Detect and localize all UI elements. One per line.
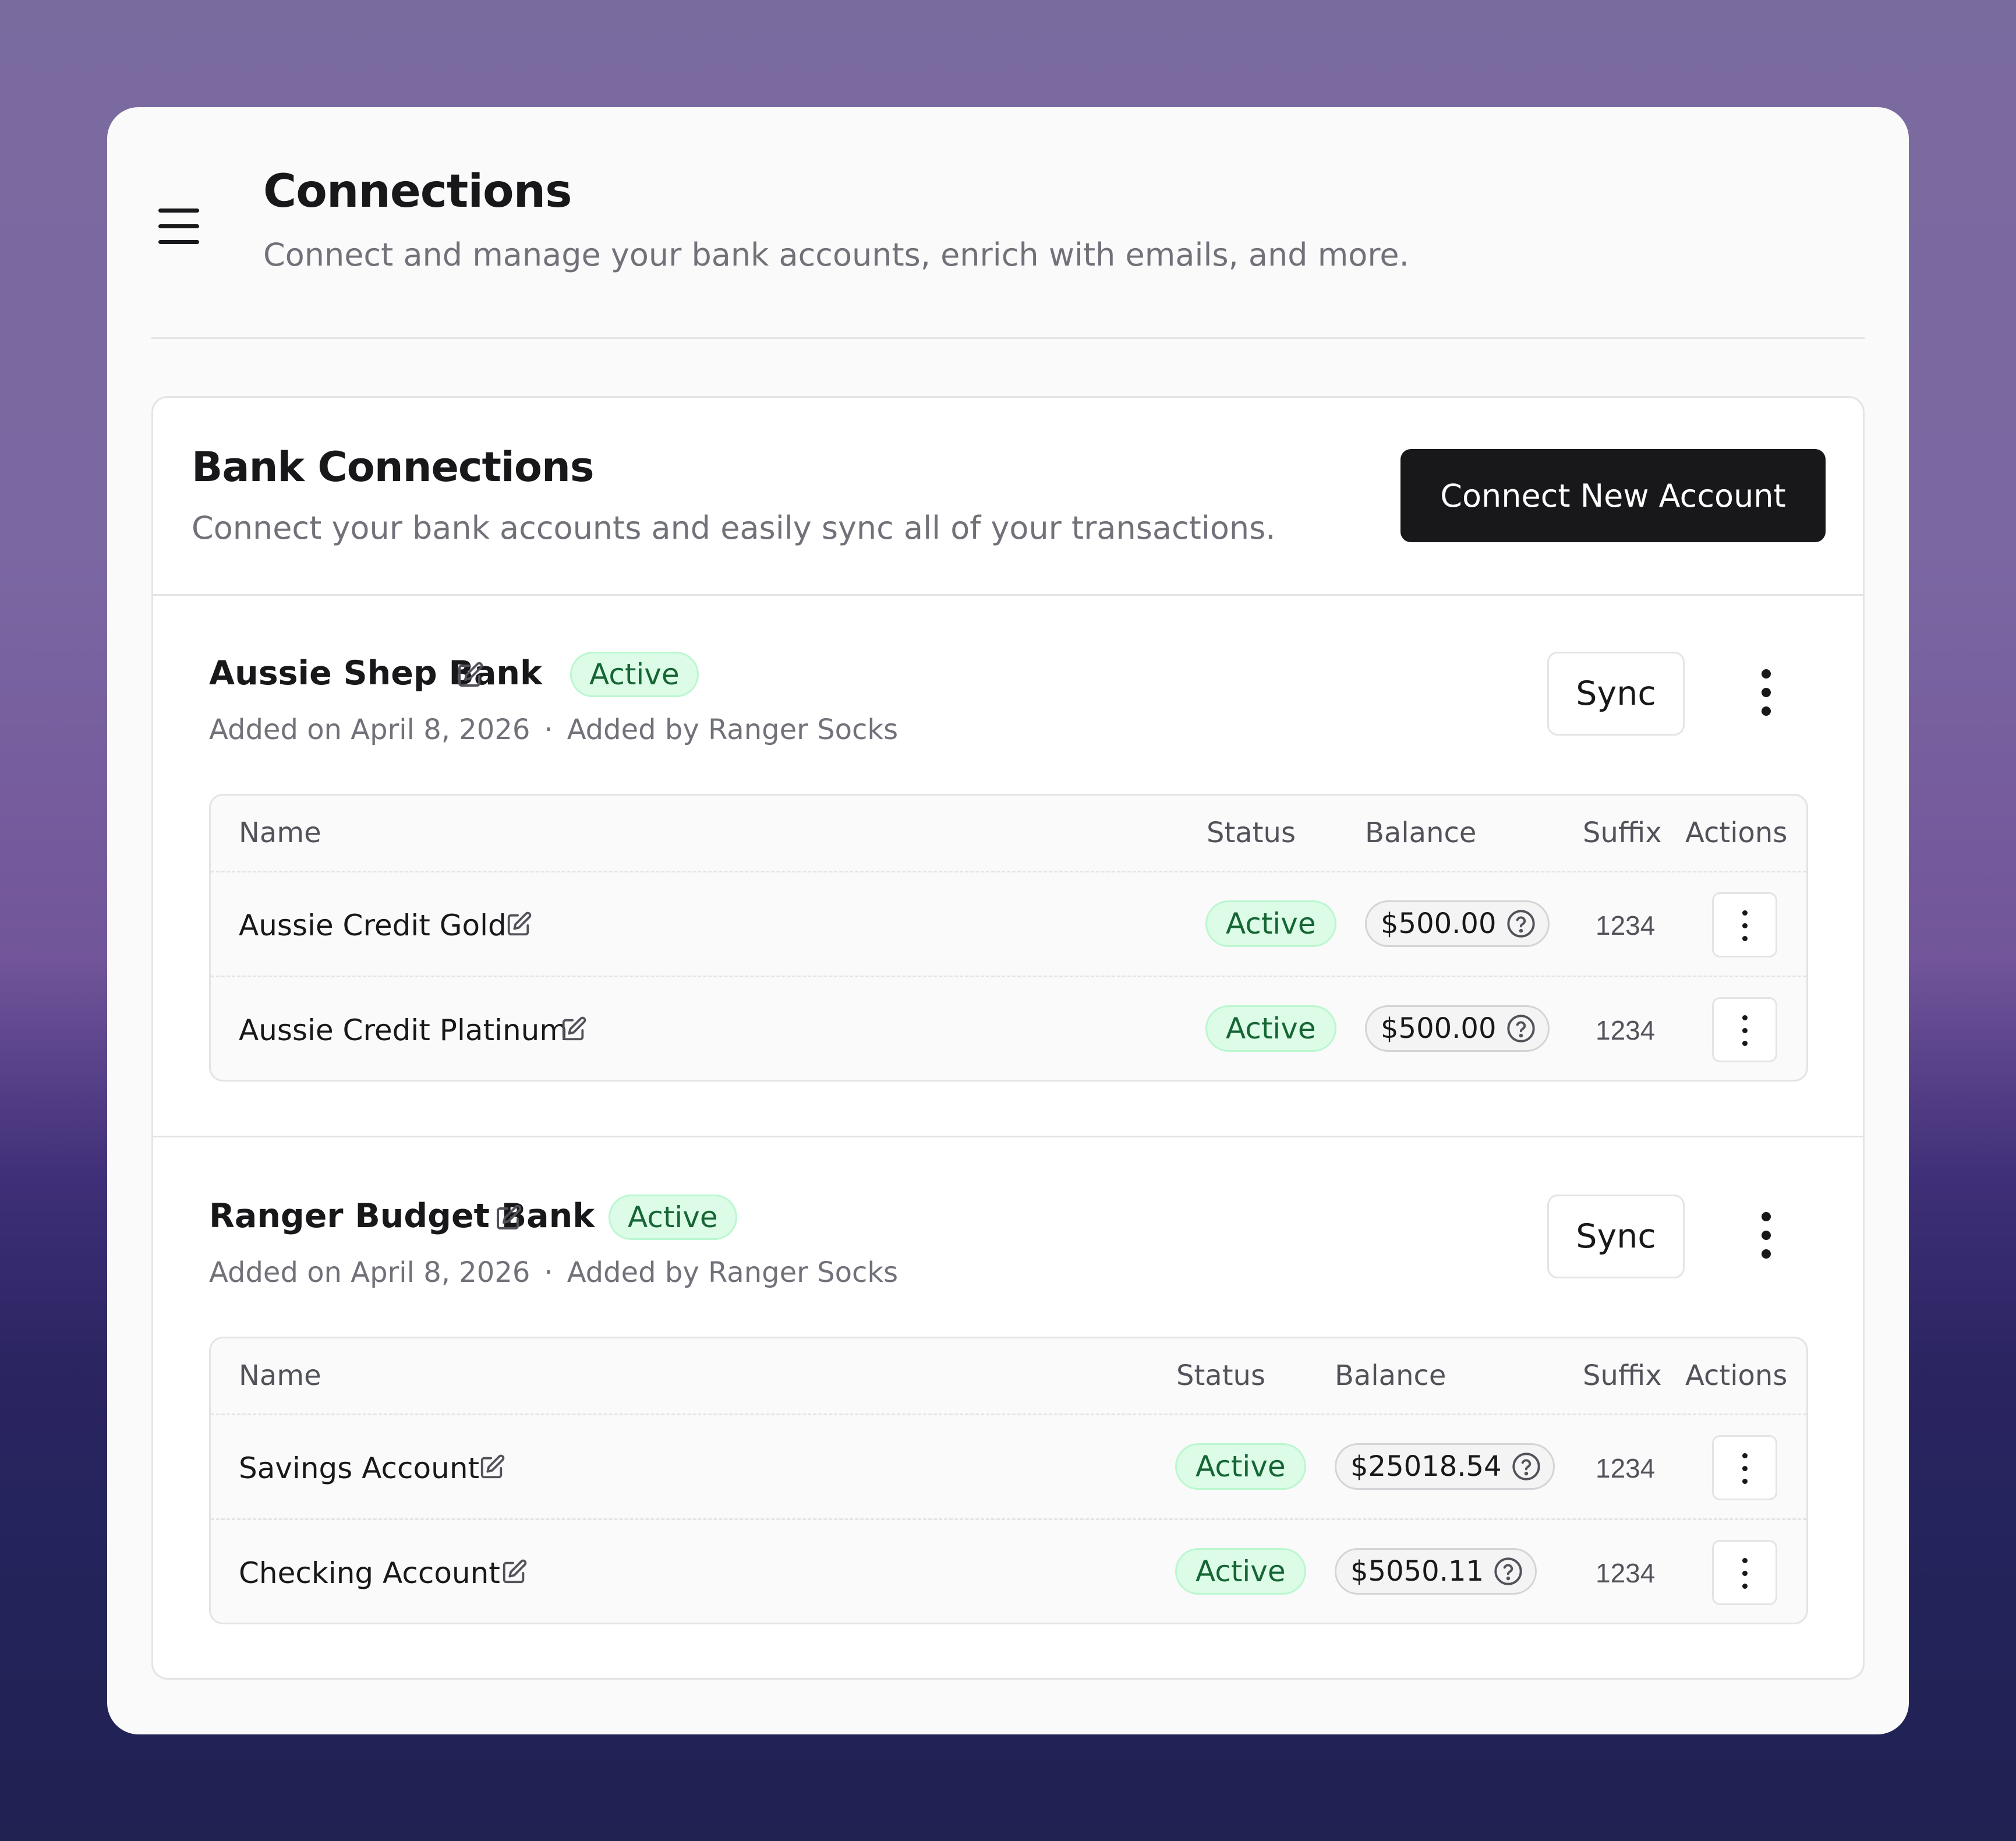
connect-new-account-button[interactable]: Connect New Account — [1400, 449, 1826, 542]
balance-badge: $500.00 — [1365, 900, 1550, 947]
sync-button[interactable]: Sync — [1547, 652, 1685, 736]
status-badge: Active — [1205, 900, 1336, 947]
balance-badge: $5050.11 — [1335, 1548, 1537, 1595]
table-row: Aussie Credit Gold Active $500.00 1234 — [211, 872, 1806, 977]
table-header: Name Status Balance Suffix Actions — [211, 1338, 1806, 1415]
balance-value: $5050.11 — [1350, 1555, 1484, 1588]
column-header-status: Status — [1207, 817, 1296, 849]
column-header-balance: Balance — [1335, 1359, 1446, 1392]
accounts-table: Name Status Balance Suffix Actions Savin… — [209, 1337, 1808, 1624]
meta-separator: · — [544, 713, 553, 746]
bank-connection-ranger-budget: Ranger Budget Bank Active Added on April… — [153, 1139, 1863, 1680]
bank-meta: Added on April 8, 2026 · Added by Ranger S… — [209, 713, 898, 746]
added-on-text: Added on April 8, 2026 — [209, 1256, 530, 1289]
meta-separator: · — [544, 1256, 553, 1289]
column-header-balance: Balance — [1365, 817, 1477, 849]
balance-badge: $25018.54 — [1335, 1443, 1555, 1490]
balance-value: $25018.54 — [1350, 1450, 1502, 1483]
table-header: Name Status Balance Suffix Actions — [211, 796, 1806, 872]
column-header-actions: Actions — [1685, 817, 1788, 849]
balance-badge: $500.00 — [1365, 1005, 1550, 1052]
balance-value: $500.00 — [1381, 907, 1497, 940]
account-suffix: 1234 — [1596, 1558, 1656, 1588]
bank-name: Ranger Budget Bank — [209, 1197, 595, 1235]
sync-button[interactable]: Sync — [1547, 1195, 1685, 1278]
hamburger-menu-icon[interactable] — [155, 206, 201, 247]
account-name: Aussie Credit Gold — [239, 909, 507, 942]
row-actions-button[interactable] — [1712, 997, 1777, 1062]
account-suffix: 1234 — [1596, 910, 1656, 941]
bank-meta: Added on April 8, 2026 · Added by Ranger S… — [209, 1256, 898, 1289]
edit-icon[interactable] — [560, 1016, 587, 1043]
account-suffix: 1234 — [1596, 1453, 1656, 1483]
edit-icon[interactable] — [456, 661, 484, 689]
column-header-name: Name — [239, 817, 321, 849]
section-title: Bank Connections — [192, 443, 594, 491]
section-subtitle: Connect your bank accounts and easily sy… — [192, 510, 1276, 546]
bank-connection-aussie-shep: Aussie Shep Bank Active Added on April 8… — [153, 596, 1863, 1137]
status-badge: Active — [1175, 1443, 1306, 1490]
column-header-actions: Actions — [1685, 1359, 1788, 1392]
table-row: Checking Account Active $5050.11 1234 — [211, 1520, 1806, 1623]
page-header: Connections Connect and manage your bank… — [151, 107, 1865, 339]
edit-icon[interactable] — [494, 1204, 522, 1232]
question-circle-icon[interactable] — [1506, 1013, 1536, 1044]
account-name: Checking Account — [239, 1556, 500, 1590]
status-badge: Active — [1175, 1548, 1306, 1595]
account-name: Savings Account — [239, 1451, 480, 1485]
question-circle-icon[interactable] — [1493, 1556, 1523, 1586]
bank-name: Aussie Shep Bank — [209, 654, 542, 692]
balance-value: $500.00 — [1381, 1012, 1497, 1045]
page-title: Connections — [263, 165, 572, 218]
table-row: Savings Account Active $25018.54 1234 — [211, 1415, 1806, 1520]
account-name: Aussie Credit Platinum — [239, 1013, 568, 1047]
column-header-suffix: Suffix — [1583, 817, 1662, 849]
added-on-text: Added on April 8, 2026 — [209, 713, 530, 746]
vertical-ellipsis-icon[interactable] — [1743, 1210, 1789, 1261]
account-suffix: 1234 — [1596, 1015, 1656, 1045]
edit-icon[interactable] — [505, 911, 532, 938]
bank-status-badge: Active — [570, 652, 699, 697]
added-by-text: Added by Ranger Socks — [567, 1256, 899, 1289]
column-header-suffix: Suffix — [1583, 1359, 1662, 1392]
connections-card: Connections Connect and manage your bank… — [107, 107, 1909, 1734]
added-by-text: Added by Ranger Socks — [567, 713, 899, 746]
question-circle-icon[interactable] — [1511, 1451, 1541, 1482]
column-header-status: Status — [1176, 1359, 1265, 1392]
status-badge: Active — [1205, 1005, 1336, 1052]
edit-icon[interactable] — [479, 1454, 505, 1480]
bank-status-badge: Active — [609, 1195, 737, 1240]
bank-connections-section: Bank Connections Connect your bank accou… — [151, 396, 1865, 1680]
table-row: Aussie Credit Platinum Active $500.00 12… — [211, 977, 1806, 1080]
row-actions-button[interactable] — [1712, 1435, 1777, 1500]
edit-icon[interactable] — [501, 1559, 528, 1585]
row-actions-button[interactable] — [1712, 892, 1777, 957]
vertical-ellipsis-icon[interactable] — [1743, 667, 1789, 718]
page-subtitle: Connect and manage your bank accounts, e… — [263, 236, 1409, 273]
section-header: Bank Connections Connect your bank accou… — [153, 398, 1863, 596]
accounts-table: Name Status Balance Suffix Actions Aussi… — [209, 794, 1808, 1082]
question-circle-icon[interactable] — [1506, 909, 1536, 939]
row-actions-button[interactable] — [1712, 1540, 1777, 1605]
column-header-name: Name — [239, 1359, 321, 1392]
